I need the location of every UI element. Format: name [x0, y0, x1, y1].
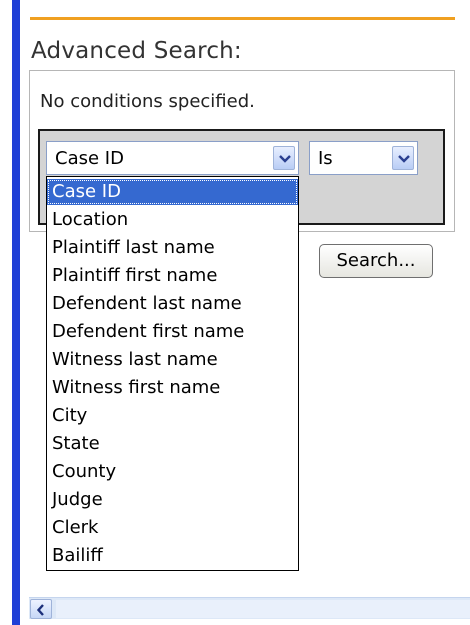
top-divider: [30, 17, 455, 20]
no-conditions-text: No conditions specified.: [40, 91, 255, 112]
operator-select[interactable]: Is: [309, 141, 418, 175]
chevron-left-icon: [37, 604, 44, 616]
chevron-down-icon[interactable]: [273, 146, 295, 170]
dropdown-option[interactable]: Defendent first name: [47, 319, 298, 345]
dropdown-option[interactable]: State: [47, 431, 298, 457]
dropdown-option[interactable]: Bailiff: [47, 543, 298, 569]
scroll-left-button[interactable]: [30, 599, 52, 619]
dropdown-option[interactable]: Plaintiff last name: [47, 235, 298, 261]
field-dropdown-list: Case ID Location Plaintiff last name Plaint…: [46, 176, 299, 571]
chevron-down-icon[interactable]: [392, 146, 414, 170]
left-accent-bar: [12, 0, 20, 625]
dropdown-option[interactable]: Witness first name: [47, 375, 298, 401]
search-button[interactable]: Search...: [319, 244, 433, 278]
dropdown-option[interactable]: Clerk: [47, 515, 298, 541]
dropdown-option[interactable]: City: [47, 403, 298, 429]
dropdown-option[interactable]: Case ID: [47, 179, 298, 205]
dropdown-option[interactable]: Judge: [47, 487, 298, 513]
operator-select-value: Is: [318, 148, 333, 169]
dropdown-option[interactable]: Defendent last name: [47, 291, 298, 317]
dropdown-option[interactable]: Location: [47, 207, 298, 233]
scrollbar-track[interactable]: [56, 600, 470, 618]
dropdown-option[interactable]: Plaintiff first name: [47, 263, 298, 289]
field-select[interactable]: Case ID: [46, 141, 299, 175]
dropdown-option[interactable]: Witness last name: [47, 347, 298, 373]
horizontal-scrollbar[interactable]: [29, 597, 470, 619]
dropdown-option[interactable]: County: [47, 459, 298, 485]
field-select-value: Case ID: [55, 148, 124, 169]
page-title: Advanced Search:: [31, 38, 242, 64]
